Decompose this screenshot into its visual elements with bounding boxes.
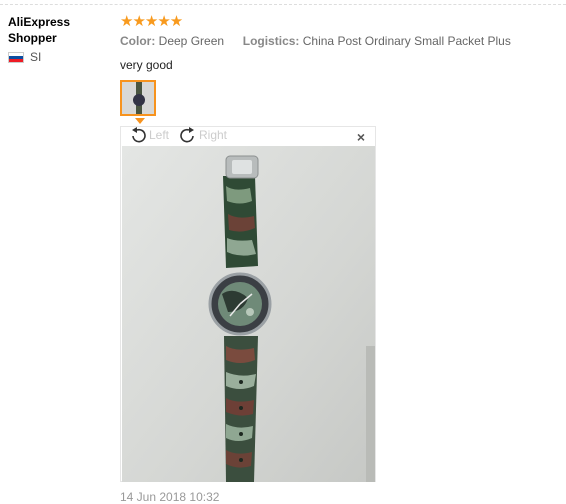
rotate-right-label: Right: [199, 128, 228, 142]
country-code: SI: [30, 50, 42, 64]
review-attributes: Color: Deep Green Logistics: China Post …: [120, 34, 560, 48]
rotate-right-icon: [180, 127, 194, 143]
review-photo-thumbnail[interactable]: [120, 80, 156, 116]
rotate-left-icon: [132, 127, 146, 143]
slovenia-flag-icon: [8, 51, 24, 63]
viewer-toolbar: Left Right ×: [121, 127, 375, 145]
review-comment: very good: [120, 58, 173, 72]
reviewer-name-line1: AliExpress: [8, 15, 71, 29]
rotate-right-button[interactable]: Right: [179, 127, 227, 143]
logistics-value: China Post Ordinary Small Packet Plus: [302, 34, 511, 48]
review-date: 14 Jun 2018 10:32: [120, 490, 220, 504]
star-rating: ★★★★★: [120, 13, 183, 30]
thumbnail-pointer-icon: [135, 118, 145, 124]
color-label: Color:: [120, 34, 156, 48]
review-photo: [122, 146, 375, 482]
rotate-left-button[interactable]: Left: [129, 127, 169, 143]
logistics-label: Logistics:: [242, 34, 300, 48]
photo-viewer: Left Right ×: [120, 126, 376, 482]
review-body: ★★★★★ Color: Deep Green Logistics: China…: [120, 13, 560, 73]
reviewer-info: AliExpress Shopper SI: [8, 14, 108, 64]
reviewer-country: SI: [8, 50, 108, 64]
close-icon[interactable]: ×: [357, 129, 365, 145]
top-divider: [0, 4, 566, 5]
rotate-left-label: Left: [149, 128, 170, 142]
reviewer-name-line2: Shopper: [8, 31, 57, 45]
color-value: Deep Green: [158, 34, 225, 48]
